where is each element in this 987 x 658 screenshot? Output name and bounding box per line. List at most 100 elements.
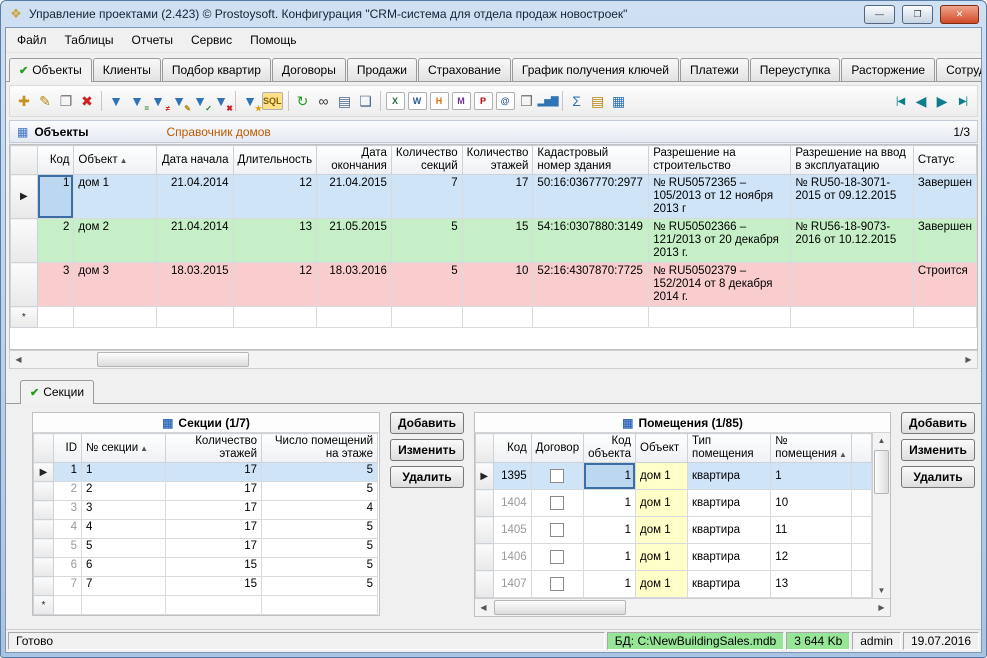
scroll-down-arrow[interactable]: ▼ — [873, 583, 890, 598]
premises-delete-button[interactable]: Удалить — [901, 466, 975, 488]
new-row[interactable]: * — [11, 307, 977, 328]
sections-table-cell-per_floor[interactable]: 5 — [262, 577, 378, 596]
objects-table-header-cadastre[interactable]: Кадастровый номер здания — [533, 146, 649, 175]
premises-table-cell-kod[interactable]: 1405 — [493, 517, 531, 544]
objects-table-cell-empty[interactable] — [37, 307, 74, 328]
sections-table-header-num[interactable]: № секции▲ — [82, 434, 166, 463]
premises-table-cell-obj[interactable]: дом 1 — [636, 544, 688, 571]
objects-table-cell-permit_use[interactable] — [791, 263, 914, 307]
objects-table-cell-empty[interactable] — [913, 307, 976, 328]
premises-table-cell-kod[interactable]: 1404 — [493, 490, 531, 517]
objects-table-cell-obj[interactable]: дом 3 — [74, 263, 157, 307]
scroll-thumb[interactable] — [494, 600, 626, 615]
objects-table-cell-sections[interactable]: 7 — [391, 175, 462, 219]
premises-vscroll[interactable]: ▲ ▼ — [872, 433, 890, 598]
table-row[interactable]: ▶13951дом 1квартира1 — [476, 463, 872, 490]
premises-table-cell-contract[interactable] — [531, 544, 583, 571]
objects-table-cell-permit_build[interactable]: № RU50572365 – 105/2013 от 12 ноября 201… — [649, 175, 791, 219]
premises-edit-button[interactable]: Изменить — [901, 439, 975, 461]
premises-table-cell-filler[interactable] — [851, 490, 871, 517]
tab-flat-selection[interactable]: Подбор квартир — [162, 58, 271, 81]
objects-table-cell-status[interactable]: Завершен — [913, 175, 976, 219]
sections-table-cell-floors[interactable]: 17 — [166, 463, 262, 482]
objects-table-cell-status[interactable]: Строится — [913, 263, 976, 307]
filter-by-selection-icon[interactable]: ▼= — [127, 91, 147, 111]
table-row[interactable]: 55175 — [34, 539, 378, 558]
table-row[interactable]: 22175 — [34, 482, 378, 501]
premises-table-cell-obj[interactable]: дом 1 — [636, 490, 688, 517]
sections-table-cell-floors[interactable]: 17 — [166, 539, 262, 558]
objects-table-cell-obj[interactable]: дом 2 — [74, 219, 157, 263]
premises-add-button[interactable]: Добавить — [901, 412, 975, 434]
objects-table-header-status[interactable]: Статус — [913, 146, 976, 175]
table-row[interactable]: ▶11175 — [34, 463, 378, 482]
objects-table-cell-permit_use[interactable]: № RU50-18-3071-2015 от 09.12.2015 — [791, 175, 914, 219]
premises-table-cell-kod_obj[interactable]: 1 — [584, 463, 636, 490]
edit-record-icon[interactable]: ✎ — [35, 91, 55, 111]
sections-table-cell-id[interactable]: 5 — [54, 539, 82, 558]
sections-table-cell-num[interactable]: 3 — [82, 501, 166, 520]
sections-table-cell-num[interactable]: 7 — [82, 577, 166, 596]
menu-reports[interactable]: Отчеты — [124, 30, 181, 50]
objects-table-cell-date_end[interactable]: 18.03.2016 — [317, 263, 392, 307]
sections-table-cell-floors[interactable]: 17 — [166, 520, 262, 539]
table-row[interactable]: ▶1дом 121.04.20141221.04.201571750:16:03… — [11, 175, 977, 219]
objects-table-cell-empty[interactable] — [649, 307, 791, 328]
table-row[interactable]: 14061дом 1квартира12 — [476, 544, 872, 571]
premises-table-cell-num[interactable]: 13 — [771, 571, 852, 598]
contract-checkbox[interactable] — [550, 496, 564, 510]
export-email-icon[interactable]: @ — [496, 92, 515, 110]
premises-table-cell-type[interactable]: квартира — [687, 571, 770, 598]
objects-table-cell-kod[interactable]: 1 — [37, 175, 74, 219]
premises-table-cell-type[interactable]: квартира — [687, 544, 770, 571]
premises-table-header-type[interactable]: Тип помещения — [687, 434, 770, 463]
objects-table-cell-date_end[interactable]: 21.04.2015 — [317, 175, 392, 219]
export-excel-icon[interactable]: X — [386, 92, 405, 110]
menu-file[interactable]: Файл — [9, 30, 55, 50]
find-icon[interactable]: ∞ — [314, 91, 334, 111]
table-row[interactable]: 14051дом 1квартира11 — [476, 517, 872, 544]
notes-icon[interactable]: ▤ — [588, 91, 608, 111]
menu-help[interactable]: Помощь — [242, 30, 304, 50]
sections-edit-button[interactable]: Изменить — [390, 439, 464, 461]
objects-table-header-permit_use[interactable]: Разрешение на ввод в эксплуатацию — [791, 146, 914, 175]
tab-keys-schedule[interactable]: График получения ключей — [512, 58, 679, 81]
objects-table-header-floors[interactable]: Количество этажей — [462, 146, 533, 175]
menu-tables[interactable]: Таблицы — [57, 30, 122, 50]
premises-table-cell-kod[interactable]: 1395 — [493, 463, 531, 490]
premises-table-cell-obj[interactable]: дом 1 — [636, 463, 688, 490]
table-row[interactable]: 3дом 318.03.20151218.03.201651052:16:430… — [11, 263, 977, 307]
sections-table-header-per_floor[interactable]: Число помещений на этаже — [262, 434, 378, 463]
refresh-icon[interactable]: ↻ — [293, 91, 313, 111]
premises-table-header-num[interactable]: № помещения▲ — [771, 434, 852, 463]
tab-employees[interactable]: Сотрудники — [936, 58, 982, 81]
sections-table-cell-id[interactable]: 2 — [54, 482, 82, 501]
objects-table-cell-empty[interactable] — [233, 307, 317, 328]
objects-table-cell-sections[interactable]: 5 — [391, 219, 462, 263]
sections-delete-button[interactable]: Удалить — [390, 466, 464, 488]
table-row[interactable]: 77155 — [34, 577, 378, 596]
premises-table-cell-obj[interactable]: дом 1 — [636, 571, 688, 598]
export-xml-icon[interactable]: M — [452, 92, 471, 110]
objects-table-cell-kod[interactable]: 3 — [37, 263, 74, 307]
scroll-track[interactable] — [27, 351, 960, 368]
nav-prev-icon[interactable]: ◀ — [911, 91, 931, 111]
contract-checkbox[interactable] — [550, 469, 564, 483]
export-pdf-icon[interactable]: P — [474, 92, 493, 110]
sections-add-button[interactable]: Добавить — [390, 412, 464, 434]
tab-objects[interactable]: ✔Объекты — [9, 58, 92, 82]
objects-table-cell-kod[interactable]: 2 — [37, 219, 74, 263]
table-row[interactable]: 14071дом 1квартира13 — [476, 571, 872, 598]
objects-table-cell-date_end[interactable]: 21.05.2015 — [317, 219, 392, 263]
scroll-right-arrow[interactable]: ▶ — [960, 352, 977, 367]
sql-filter-icon[interactable]: SQL — [262, 92, 283, 110]
sections-table-cell-id[interactable]: 6 — [54, 558, 82, 577]
filter-apply-icon[interactable]: ▼✓ — [190, 91, 210, 111]
objects-table-header-duration[interactable]: Длительность — [233, 146, 317, 175]
premises-table-header-contract[interactable]: Договор — [531, 434, 583, 463]
objects-table-header-kod[interactable]: Код — [37, 146, 74, 175]
sections-table-cell-id[interactable]: 4 — [54, 520, 82, 539]
preview-icon[interactable]: ❏ — [356, 91, 376, 111]
nav-last-icon[interactable]: ▶| — [953, 91, 973, 111]
premises-hscroll[interactable]: ◀ ▶ — [475, 598, 890, 616]
